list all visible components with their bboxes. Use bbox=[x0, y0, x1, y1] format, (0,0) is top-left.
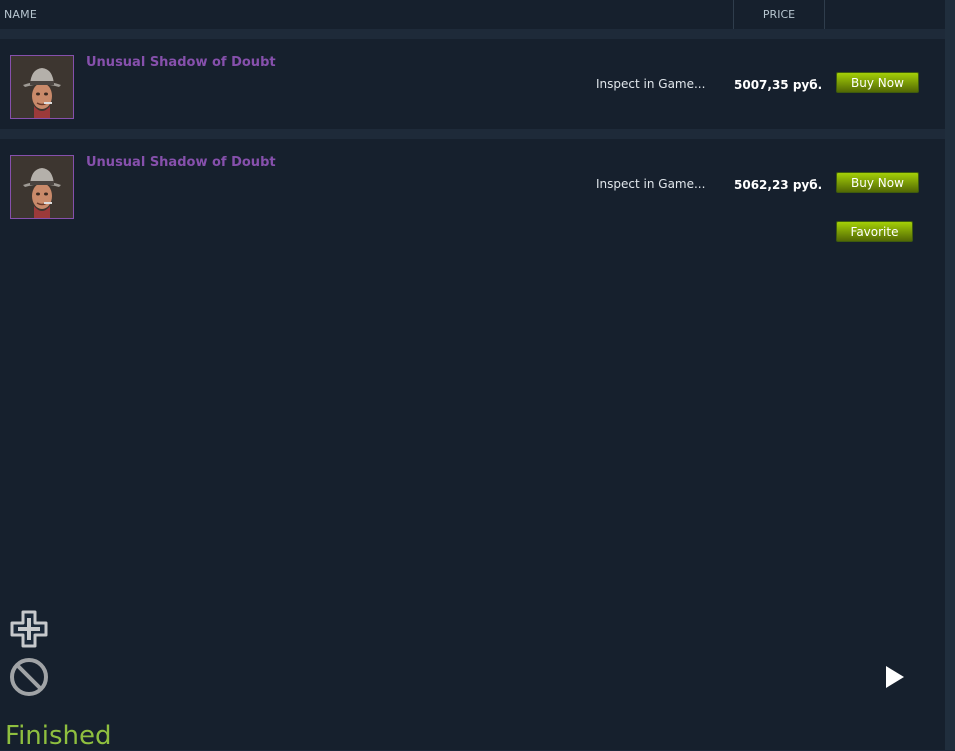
item-image[interactable] bbox=[10, 155, 74, 219]
listing-row: Unusual Shadow of Doubt Inspect in Game.… bbox=[0, 139, 945, 750]
listing-row: Unusual Shadow of Doubt Inspect in Game.… bbox=[0, 39, 945, 129]
item-price: 5062,23 руб. bbox=[734, 178, 823, 192]
column-header-name[interactable]: NAME bbox=[4, 8, 37, 21]
buy-now-label: Buy Now bbox=[851, 176, 904, 190]
row-divider bbox=[0, 129, 945, 139]
favorite-button[interactable]: Favorite bbox=[836, 221, 913, 242]
item-name-link[interactable]: Unusual Shadow of Doubt bbox=[86, 155, 276, 170]
prohibited-icon[interactable] bbox=[8, 656, 50, 698]
inspect-in-game-link[interactable]: Inspect in Game... bbox=[596, 177, 705, 191]
item-name-link[interactable]: Unusual Shadow of Doubt bbox=[86, 55, 276, 70]
plus-icon[interactable] bbox=[8, 608, 50, 650]
hat-character-icon bbox=[11, 156, 73, 218]
buy-now-button[interactable]: Buy Now bbox=[836, 72, 919, 93]
hat-character-icon bbox=[11, 56, 73, 118]
buy-now-button[interactable]: Buy Now bbox=[836, 172, 919, 193]
table-header: NAME PRICE bbox=[0, 0, 945, 29]
item-image[interactable] bbox=[10, 55, 74, 119]
column-header-price[interactable]: PRICE bbox=[734, 8, 824, 21]
buy-now-label: Buy Now bbox=[851, 76, 904, 90]
favorite-label: Favorite bbox=[850, 225, 899, 239]
play-icon[interactable] bbox=[884, 665, 906, 689]
row-divider bbox=[0, 29, 945, 39]
item-price: 5007,35 руб. bbox=[734, 78, 823, 92]
inspect-in-game-link[interactable]: Inspect in Game... bbox=[596, 77, 705, 91]
scroll-edge bbox=[945, 0, 955, 750]
status-text: Finished bbox=[5, 721, 112, 751]
column-divider bbox=[824, 0, 825, 29]
